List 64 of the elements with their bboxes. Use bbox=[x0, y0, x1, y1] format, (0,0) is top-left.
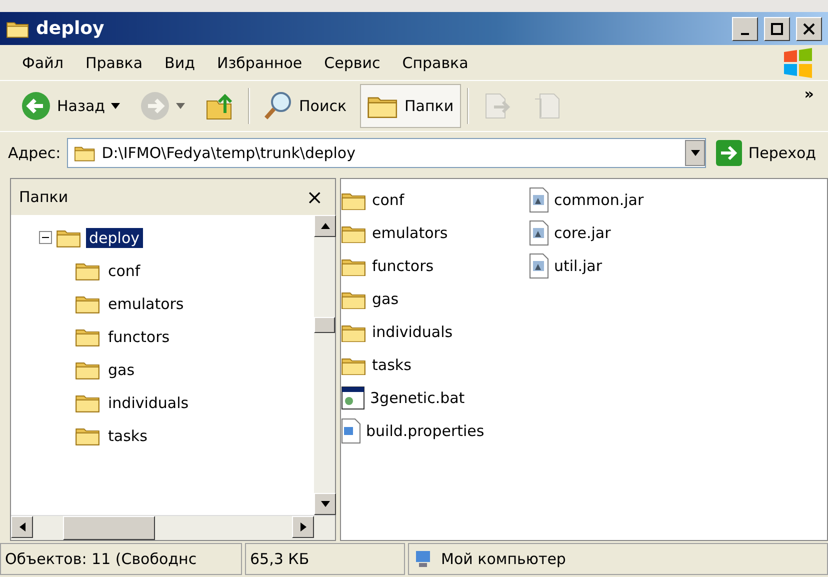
minimize-icon bbox=[741, 32, 749, 34]
folders-button[interactable]: Папки bbox=[360, 84, 461, 128]
tree-item[interactable]: deploy bbox=[86, 228, 142, 248]
caret-icon bbox=[690, 150, 700, 156]
caret-icon bbox=[19, 522, 25, 532]
file-item[interactable]: tasks bbox=[370, 356, 414, 374]
close-pane-button[interactable]: × bbox=[306, 185, 323, 209]
dropdown-button[interactable] bbox=[685, 140, 706, 166]
search-icon bbox=[263, 91, 294, 121]
windows-logo-icon bbox=[782, 48, 814, 78]
status-size: 65,3 КБ bbox=[245, 543, 405, 575]
file-item[interactable]: individuals bbox=[370, 323, 455, 341]
menu-item[interactable]: Файл bbox=[22, 54, 64, 72]
toolbar-overflow-button[interactable]: » bbox=[804, 85, 814, 103]
status-location: Мой компьютер bbox=[408, 543, 828, 575]
close-button[interactable] bbox=[796, 16, 822, 40]
vertical-scrollbar[interactable] bbox=[314, 215, 335, 515]
caret-icon bbox=[300, 522, 306, 532]
caret-icon bbox=[320, 501, 330, 507]
search-button[interactable]: Поиск bbox=[256, 84, 354, 128]
tree-item[interactable]: functors bbox=[105, 326, 173, 346]
horizontal-scrollbar[interactable] bbox=[11, 515, 335, 540]
caret-icon bbox=[111, 103, 120, 109]
address-field[interactable]: D:\IFMO\Fedya\temp\trunk\deploy bbox=[66, 138, 706, 168]
address-label: Адрес: bbox=[8, 144, 61, 162]
tree-item[interactable]: individuals bbox=[105, 392, 192, 412]
menu-item[interactable]: Вид bbox=[164, 54, 195, 72]
caret-icon bbox=[320, 223, 330, 229]
file-item[interactable]: util.jar bbox=[552, 257, 604, 275]
tree-item[interactable]: tasks bbox=[105, 426, 150, 446]
file-item[interactable]: core.jar bbox=[552, 224, 613, 242]
menu-item[interactable]: Справка bbox=[402, 54, 468, 72]
file-item[interactable]: gas bbox=[370, 290, 401, 308]
caret-icon bbox=[176, 103, 186, 109]
menu-item[interactable]: Избранное bbox=[216, 54, 302, 72]
minus-icon bbox=[42, 234, 49, 241]
tree-item[interactable]: emulators bbox=[105, 294, 187, 314]
maximize-icon bbox=[771, 22, 783, 34]
collapse-toggle[interactable] bbox=[39, 231, 52, 244]
tree-item[interactable]: gas bbox=[105, 360, 138, 380]
pane-title: Папки bbox=[19, 188, 68, 206]
file-item[interactable]: 3genetic.bat bbox=[368, 389, 467, 407]
tree-item[interactable]: conf bbox=[105, 260, 144, 280]
file-item[interactable]: emulators bbox=[370, 224, 450, 242]
close-icon bbox=[803, 22, 815, 34]
go-button[interactable]: Переход bbox=[712, 140, 820, 166]
menu-item[interactable]: Правка bbox=[85, 54, 143, 72]
jar-file-icon bbox=[529, 187, 549, 213]
folder-icon bbox=[74, 144, 96, 162]
file-item[interactable]: conf bbox=[370, 191, 406, 209]
scroll-thumb[interactable] bbox=[314, 317, 335, 333]
scroll-thumb[interactable] bbox=[63, 516, 155, 540]
computer-icon bbox=[413, 549, 433, 569]
minimize-button[interactable] bbox=[732, 16, 758, 40]
jar-file-icon bbox=[529, 220, 549, 246]
window-title: deploy bbox=[36, 18, 106, 39]
jar-file-icon bbox=[529, 253, 549, 279]
maximize-button[interactable] bbox=[764, 16, 790, 40]
file-item[interactable]: build.properties bbox=[364, 422, 486, 440]
back-button[interactable]: Назад bbox=[14, 84, 128, 128]
status-text: Объектов: 11 (Свободнс bbox=[0, 543, 242, 575]
file-item[interactable]: common.jar bbox=[552, 191, 646, 209]
menu-item[interactable]: Сервис bbox=[324, 54, 380, 72]
file-item[interactable]: functors bbox=[370, 257, 436, 275]
